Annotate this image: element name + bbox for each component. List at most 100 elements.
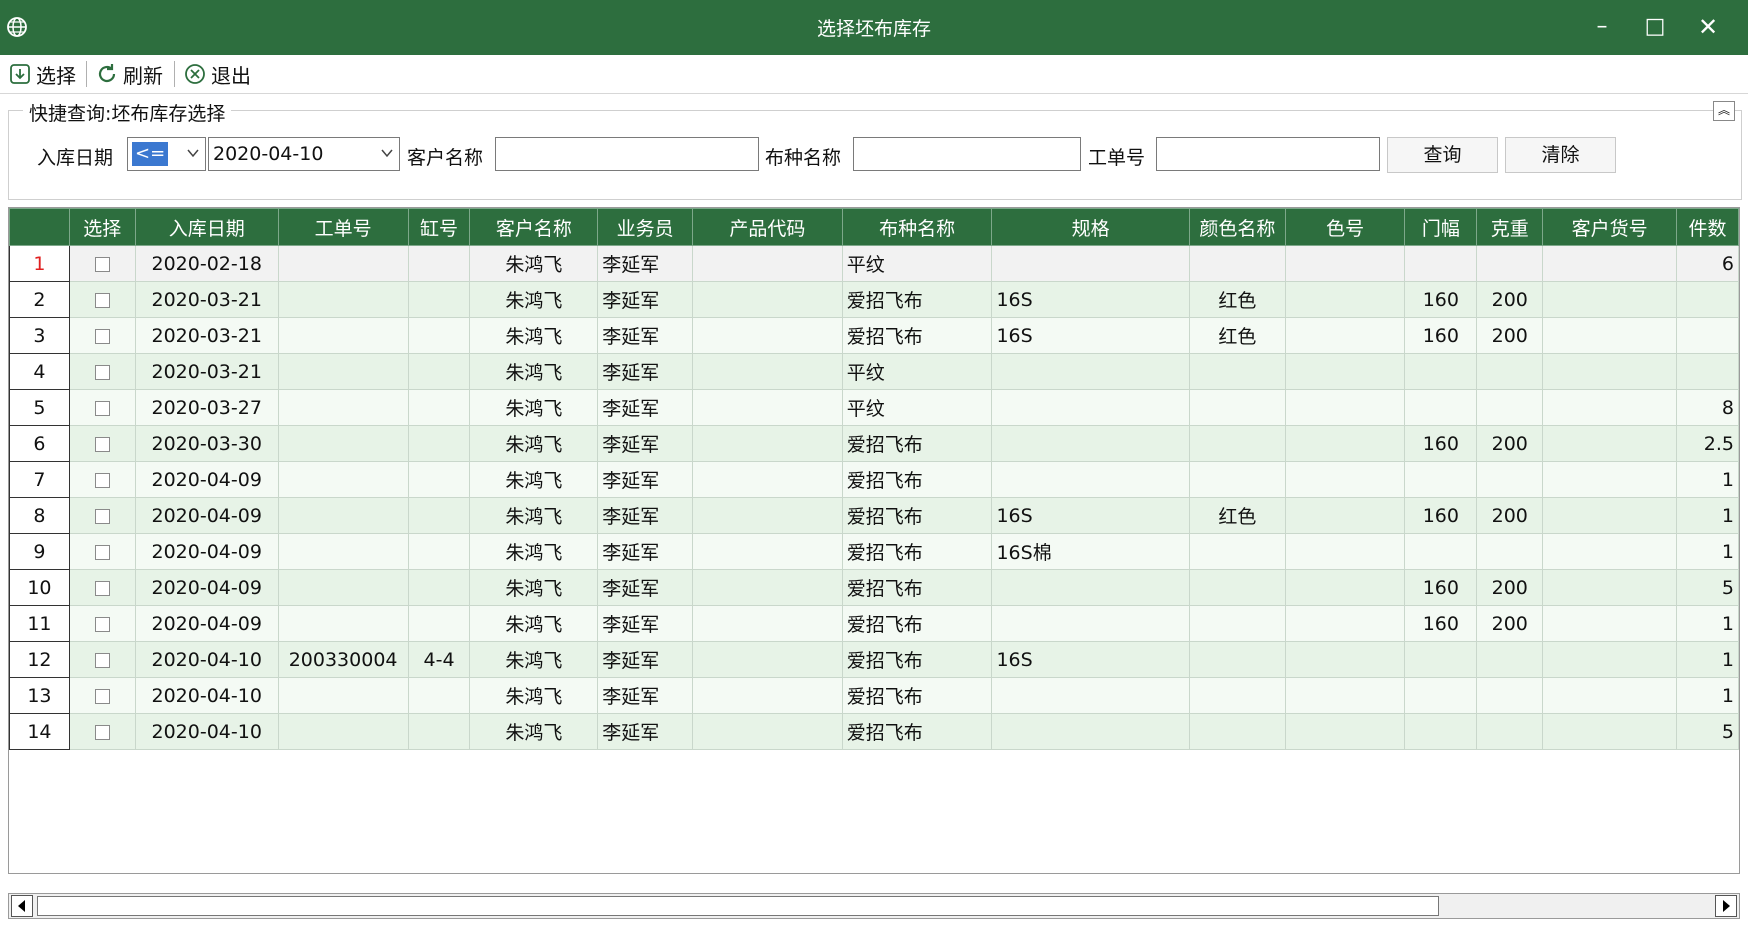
fabric-input[interactable] (853, 137, 1081, 171)
row-checkbox[interactable] (94, 400, 110, 416)
column-header[interactable]: 业务员 (597, 208, 694, 246)
table-cell (692, 569, 843, 606)
table-cell (1284, 461, 1406, 498)
column-header[interactable]: 入库日期 (134, 208, 279, 246)
table-cell (692, 533, 843, 570)
search-button[interactable]: 查询 (1387, 137, 1498, 173)
table-cell: 1 (1675, 497, 1739, 534)
column-header[interactable]: 选择 (68, 208, 136, 246)
column-header[interactable]: 客户货号 (1542, 208, 1677, 246)
column-header[interactable]: 客户名称 (469, 208, 599, 246)
table-cell: 2020-04-09 (134, 569, 279, 606)
column-header[interactable]: 工单号 (277, 208, 409, 246)
select-cell[interactable] (68, 281, 136, 318)
row-checkbox[interactable] (94, 256, 110, 272)
column-header[interactable]: 产品代码 (692, 208, 843, 246)
column-header[interactable]: 色号 (1284, 208, 1406, 246)
table-row[interactable]: 2 2020-03-21 朱鸿飞 李延军 爱招飞布 16S 红色 160 200 (9, 281, 1739, 318)
select-cell[interactable] (68, 389, 136, 426)
table-cell (407, 317, 471, 354)
table-row[interactable]: 11 2020-04-09 朱鸿飞 李延军 爱招飞布 160 200 1 (9, 605, 1739, 642)
table-row[interactable]: 13 2020-04-10 朱鸿飞 李延军 爱招飞布 1 (9, 677, 1739, 714)
scrollbar-thumb[interactable] (37, 896, 1439, 916)
table-row[interactable]: 10 2020-04-09 朱鸿飞 李延军 爱招飞布 160 200 5 (9, 569, 1739, 606)
select-cell[interactable] (68, 641, 136, 678)
table-cell: 朱鸿飞 (469, 533, 599, 570)
select-cell[interactable] (68, 353, 136, 390)
row-checkbox[interactable] (94, 724, 110, 740)
table-cell (1284, 245, 1406, 282)
order-input[interactable] (1156, 137, 1380, 171)
table-row[interactable]: 14 2020-04-10 朱鸿飞 李延军 爱招飞布 5 (9, 713, 1739, 750)
row-checkbox[interactable] (94, 292, 110, 308)
exit-button[interactable]: 退出 (183, 58, 251, 90)
close-button[interactable]: ✕ (1683, 10, 1733, 44)
row-checkbox[interactable] (94, 328, 110, 344)
table-cell: 2020-02-18 (134, 245, 279, 282)
table-cell (1188, 425, 1286, 462)
maximize-button[interactable]: □ (1630, 10, 1680, 44)
table-cell: 2020-03-27 (134, 389, 279, 426)
table-row[interactable]: 9 2020-04-09 朱鸿飞 李延军 爱招飞布 16S棉 1 (9, 533, 1739, 570)
column-header[interactable]: 规格 (991, 208, 1190, 246)
row-checkbox[interactable] (94, 544, 110, 560)
table-cell: 李延军 (597, 533, 694, 570)
customer-input[interactable] (495, 137, 759, 171)
clear-button[interactable]: 清除 (1505, 137, 1616, 173)
refresh-button[interactable]: 刷新 (95, 58, 163, 90)
download-icon (10, 64, 30, 84)
row-checkbox[interactable] (94, 580, 110, 596)
order-label: 工单号 (1088, 147, 1146, 169)
row-checkbox[interactable] (94, 688, 110, 704)
row-checkbox[interactable] (94, 616, 110, 632)
row-checkbox[interactable] (94, 364, 110, 380)
row-checkbox[interactable] (94, 508, 110, 524)
date-operator-select[interactable]: <= (127, 137, 206, 171)
select-cell[interactable] (68, 569, 136, 606)
table-row[interactable]: 3 2020-03-21 朱鸿飞 李延军 爱招飞布 16S 红色 160 200 (9, 317, 1739, 354)
table-cell (277, 389, 409, 426)
scroll-right-button[interactable] (1715, 895, 1737, 917)
column-header[interactable]: 件数 (1675, 208, 1739, 246)
table-cell: 爱招飞布 (841, 605, 993, 642)
column-header-rownum[interactable] (9, 208, 70, 246)
column-header[interactable]: 缸号 (407, 208, 471, 246)
table-row[interactable]: 4 2020-03-21 朱鸿飞 李延军 平纹 (9, 353, 1739, 390)
column-header[interactable]: 颜色名称 (1188, 208, 1286, 246)
table-row[interactable]: 6 2020-03-30 朱鸿飞 李延军 爱招飞布 160 200 2.5 (9, 425, 1739, 462)
minimize-button[interactable]: – (1577, 10, 1627, 44)
select-cell[interactable] (68, 317, 136, 354)
table-row[interactable]: 8 2020-04-09 朱鸿飞 李延军 爱招飞布 16S 红色 160 200 1 (9, 497, 1739, 534)
table-cell: 朱鸿飞 (469, 461, 599, 498)
column-header[interactable]: 布种名称 (841, 208, 993, 246)
row-number: 10 (9, 569, 70, 606)
table-row[interactable]: 1 2020-02-18 朱鸿飞 李延军 平纹 6 (9, 245, 1739, 282)
row-checkbox[interactable] (94, 436, 110, 452)
table-cell (1476, 389, 1544, 426)
select-cell[interactable] (68, 677, 136, 714)
select-cell[interactable] (68, 533, 136, 570)
select-button[interactable]: 选择 (8, 58, 76, 90)
table-row[interactable]: 5 2020-03-27 朱鸿飞 李延军 平纹 8 (9, 389, 1739, 426)
table-cell: 李延军 (597, 353, 694, 390)
table-row[interactable]: 7 2020-04-09 朱鸿飞 李延军 爱招飞布 1 (9, 461, 1739, 498)
column-header[interactable]: 克重 (1476, 208, 1544, 246)
row-checkbox[interactable] (94, 472, 110, 488)
table-cell (692, 497, 843, 534)
select-cell[interactable] (68, 425, 136, 462)
select-cell[interactable] (68, 713, 136, 750)
column-header[interactable]: 门幅 (1404, 208, 1478, 246)
date-value-select[interactable]: 2020-04-10 (208, 137, 400, 171)
scroll-left-button[interactable] (11, 895, 33, 917)
select-cell[interactable] (68, 461, 136, 498)
table-cell: 李延军 (597, 317, 694, 354)
collapse-up-icon[interactable]: ︽ (1713, 101, 1735, 121)
select-cell[interactable] (68, 605, 136, 642)
select-cell[interactable] (68, 497, 136, 534)
row-checkbox[interactable] (94, 652, 110, 668)
select-cell[interactable] (68, 245, 136, 282)
toolbar-divider (174, 61, 175, 87)
table-row[interactable]: 12 2020-04-10 200330004 4-4 朱鸿飞 李延军 爱招飞布 16S 1 (9, 641, 1739, 678)
table-cell (1284, 425, 1406, 462)
horizontal-scrollbar[interactable] (8, 893, 1740, 919)
